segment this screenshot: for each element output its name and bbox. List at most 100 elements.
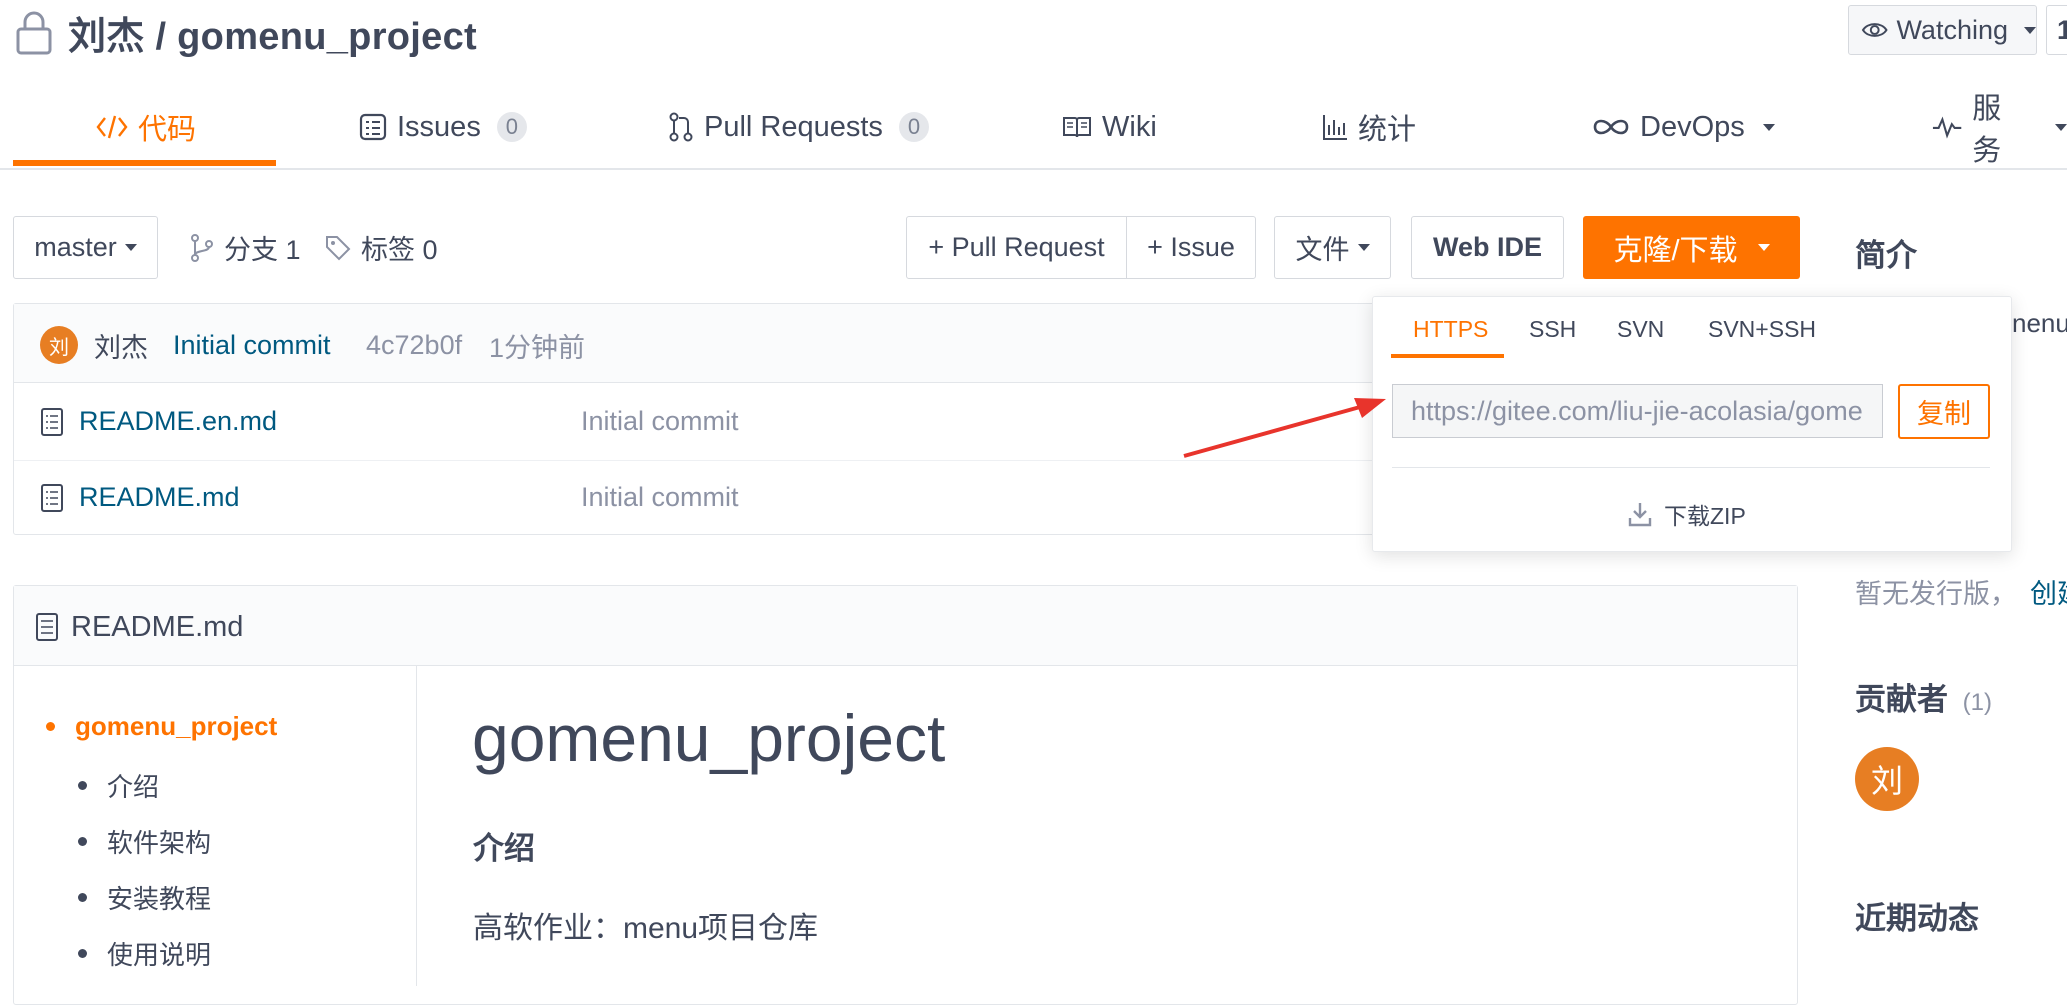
tab-devops[interactable]: DevOps [1592, 86, 1775, 168]
release-text: 暂无发行版， [1855, 579, 2017, 609]
tags-count: 标签 0 [361, 235, 438, 265]
repo-name[interactable]: 刘杰 / gomenu_project [68, 5, 477, 60]
watch-button[interactable]: Watching [1848, 5, 2037, 55]
file-commit-message[interactable]: Initial commit [581, 482, 739, 513]
active-tab-indicator [13, 160, 276, 166]
commit-author[interactable]: 刘杰 [94, 326, 148, 364]
bullet [78, 893, 87, 902]
branches-count: 分支 1 [224, 235, 301, 265]
toc-item[interactable]: 安装教程 [78, 879, 211, 916]
file-icon [41, 484, 63, 512]
count-badge: 0 [496, 112, 527, 142]
bullet [78, 781, 87, 790]
contributors-label: 贡献者 [1855, 682, 1948, 717]
bar-chart-icon [1323, 115, 1347, 140]
new-issue-button[interactable]: + Issue [1126, 216, 1256, 279]
tab-code[interactable]: 代码 [96, 86, 196, 168]
issues-icon [359, 113, 387, 141]
eye-icon [1861, 23, 1888, 37]
intro-heading: 简介 [1855, 238, 1917, 273]
chevron-down-icon [1357, 244, 1370, 251]
readme-section-heading: 介绍 [473, 831, 535, 866]
tab-label: 统计 [1358, 114, 1417, 146]
count-badge: 0 [898, 112, 929, 142]
recent-activity-heading: 近期动态 [1855, 901, 1979, 936]
branch-select[interactable]: master [13, 216, 158, 279]
tab-label: 代码 [138, 114, 197, 146]
tab-issues[interactable]: Issues 0 [359, 86, 527, 168]
readme-header [14, 586, 1797, 666]
pull-request-icon [669, 112, 693, 142]
new-pull-request-button[interactable]: + Pull Request [906, 216, 1127, 279]
watch-count[interactable]: 1 [2046, 5, 2067, 55]
tab-label: DevOps [1640, 110, 1745, 143]
clone-label: 克隆/下载 [1613, 234, 1738, 267]
file-menu-button[interactable]: 文件 [1274, 216, 1391, 279]
commit-time: 1分钟前 [489, 332, 586, 363]
file-icon [36, 613, 58, 641]
toc-item[interactable]: 使用说明 [78, 935, 211, 972]
tab-wiki[interactable]: Wiki [1062, 86, 1157, 168]
tab-svn[interactable]: SVN [1617, 316, 1664, 343]
tag-icon [326, 235, 351, 260]
contributors-count: (1) [1962, 689, 1992, 716]
active-tab-indicator [1391, 354, 1504, 358]
tab-pull-requests[interactable]: Pull Requests 0 [668, 86, 929, 168]
file-name[interactable]: README.md [79, 482, 240, 513]
toc-label: 介绍 [107, 772, 160, 802]
tab-label: Issues [397, 110, 481, 143]
infinity-icon [1593, 119, 1629, 135]
contributors-heading: 贡献者 (1) [1855, 674, 1992, 719]
repo-tabs: 代码 Issues 0 Pull Requests 0 Wiki 统计 DevO… [0, 86, 2067, 170]
clone-url-input[interactable] [1392, 384, 1883, 438]
avatar[interactable]: 刘 [40, 326, 78, 364]
commit-message[interactable]: Initial commit [173, 326, 331, 364]
tab-stats[interactable]: 统计 [1322, 86, 1416, 168]
clone-download-button[interactable]: 克隆/下载 [1583, 216, 1800, 279]
annotation-arrow-icon [1183, 398, 1386, 458]
pulse-icon [1932, 116, 1962, 139]
toc-item[interactable]: 软件架构 [78, 823, 211, 860]
branches-link[interactable]: 分支 1 [190, 228, 301, 267]
file-commit-message[interactable]: Initial commit [581, 406, 739, 437]
download-zip-link[interactable]: 下载ZIP [1628, 497, 1746, 531]
tab-services[interactable]: 服务 [1932, 86, 2067, 168]
readme-title: gomenu_project [472, 701, 946, 775]
toc-item[interactable]: 介绍 [78, 767, 159, 804]
chevron-down-icon [2024, 26, 2036, 34]
tab-svn-ssh[interactable]: SVN+SSH [1708, 316, 1816, 343]
branch-icon [191, 233, 213, 262]
web-ide-button[interactable]: Web IDE [1411, 216, 1564, 279]
file-name[interactable]: README.en.md [79, 406, 277, 437]
tags-link[interactable]: 标签 0 [325, 228, 438, 267]
download-icon [1628, 503, 1652, 527]
chevron-down-icon [2055, 123, 2067, 131]
create-release-link[interactable]: 创建 [2030, 572, 2067, 611]
intro-text: nenu [2012, 308, 2067, 338]
readme-filename[interactable]: README.md [71, 611, 243, 644]
file-icon [41, 408, 63, 436]
bullet [78, 949, 87, 958]
toc-label: 软件架构 [107, 828, 212, 858]
divider [1392, 467, 1990, 468]
book-icon [1063, 117, 1091, 138]
download-zip-label: 下载ZIP [1664, 503, 1746, 529]
tab-https[interactable]: HTTPS [1413, 316, 1488, 343]
copy-button[interactable]: 复制 [1898, 384, 1990, 439]
commit-hash[interactable]: 4c72b0f [366, 326, 462, 364]
avatar[interactable]: 刘 [1855, 747, 1919, 811]
toc-label: gomenu_project [75, 711, 278, 741]
watch-label: Watching [1896, 14, 2008, 45]
lock-icon [14, 9, 54, 55]
tab-label: 服务 [1972, 93, 2002, 167]
tab-ssh[interactable]: SSH [1529, 316, 1576, 343]
tab-label: Wiki [1102, 110, 1157, 143]
bullet [46, 722, 55, 731]
toc-item[interactable]: gomenu_project [46, 711, 277, 742]
readme-text: 高软作业：menu项目仓库 [473, 912, 819, 945]
toc-label: 使用说明 [107, 940, 212, 970]
tab-label: Pull Requests [704, 110, 883, 143]
repo-title: 刘杰 / gomenu_project [14, 4, 477, 60]
chevron-down-icon [1757, 244, 1770, 251]
file-menu-label: 文件 [1295, 235, 1350, 265]
